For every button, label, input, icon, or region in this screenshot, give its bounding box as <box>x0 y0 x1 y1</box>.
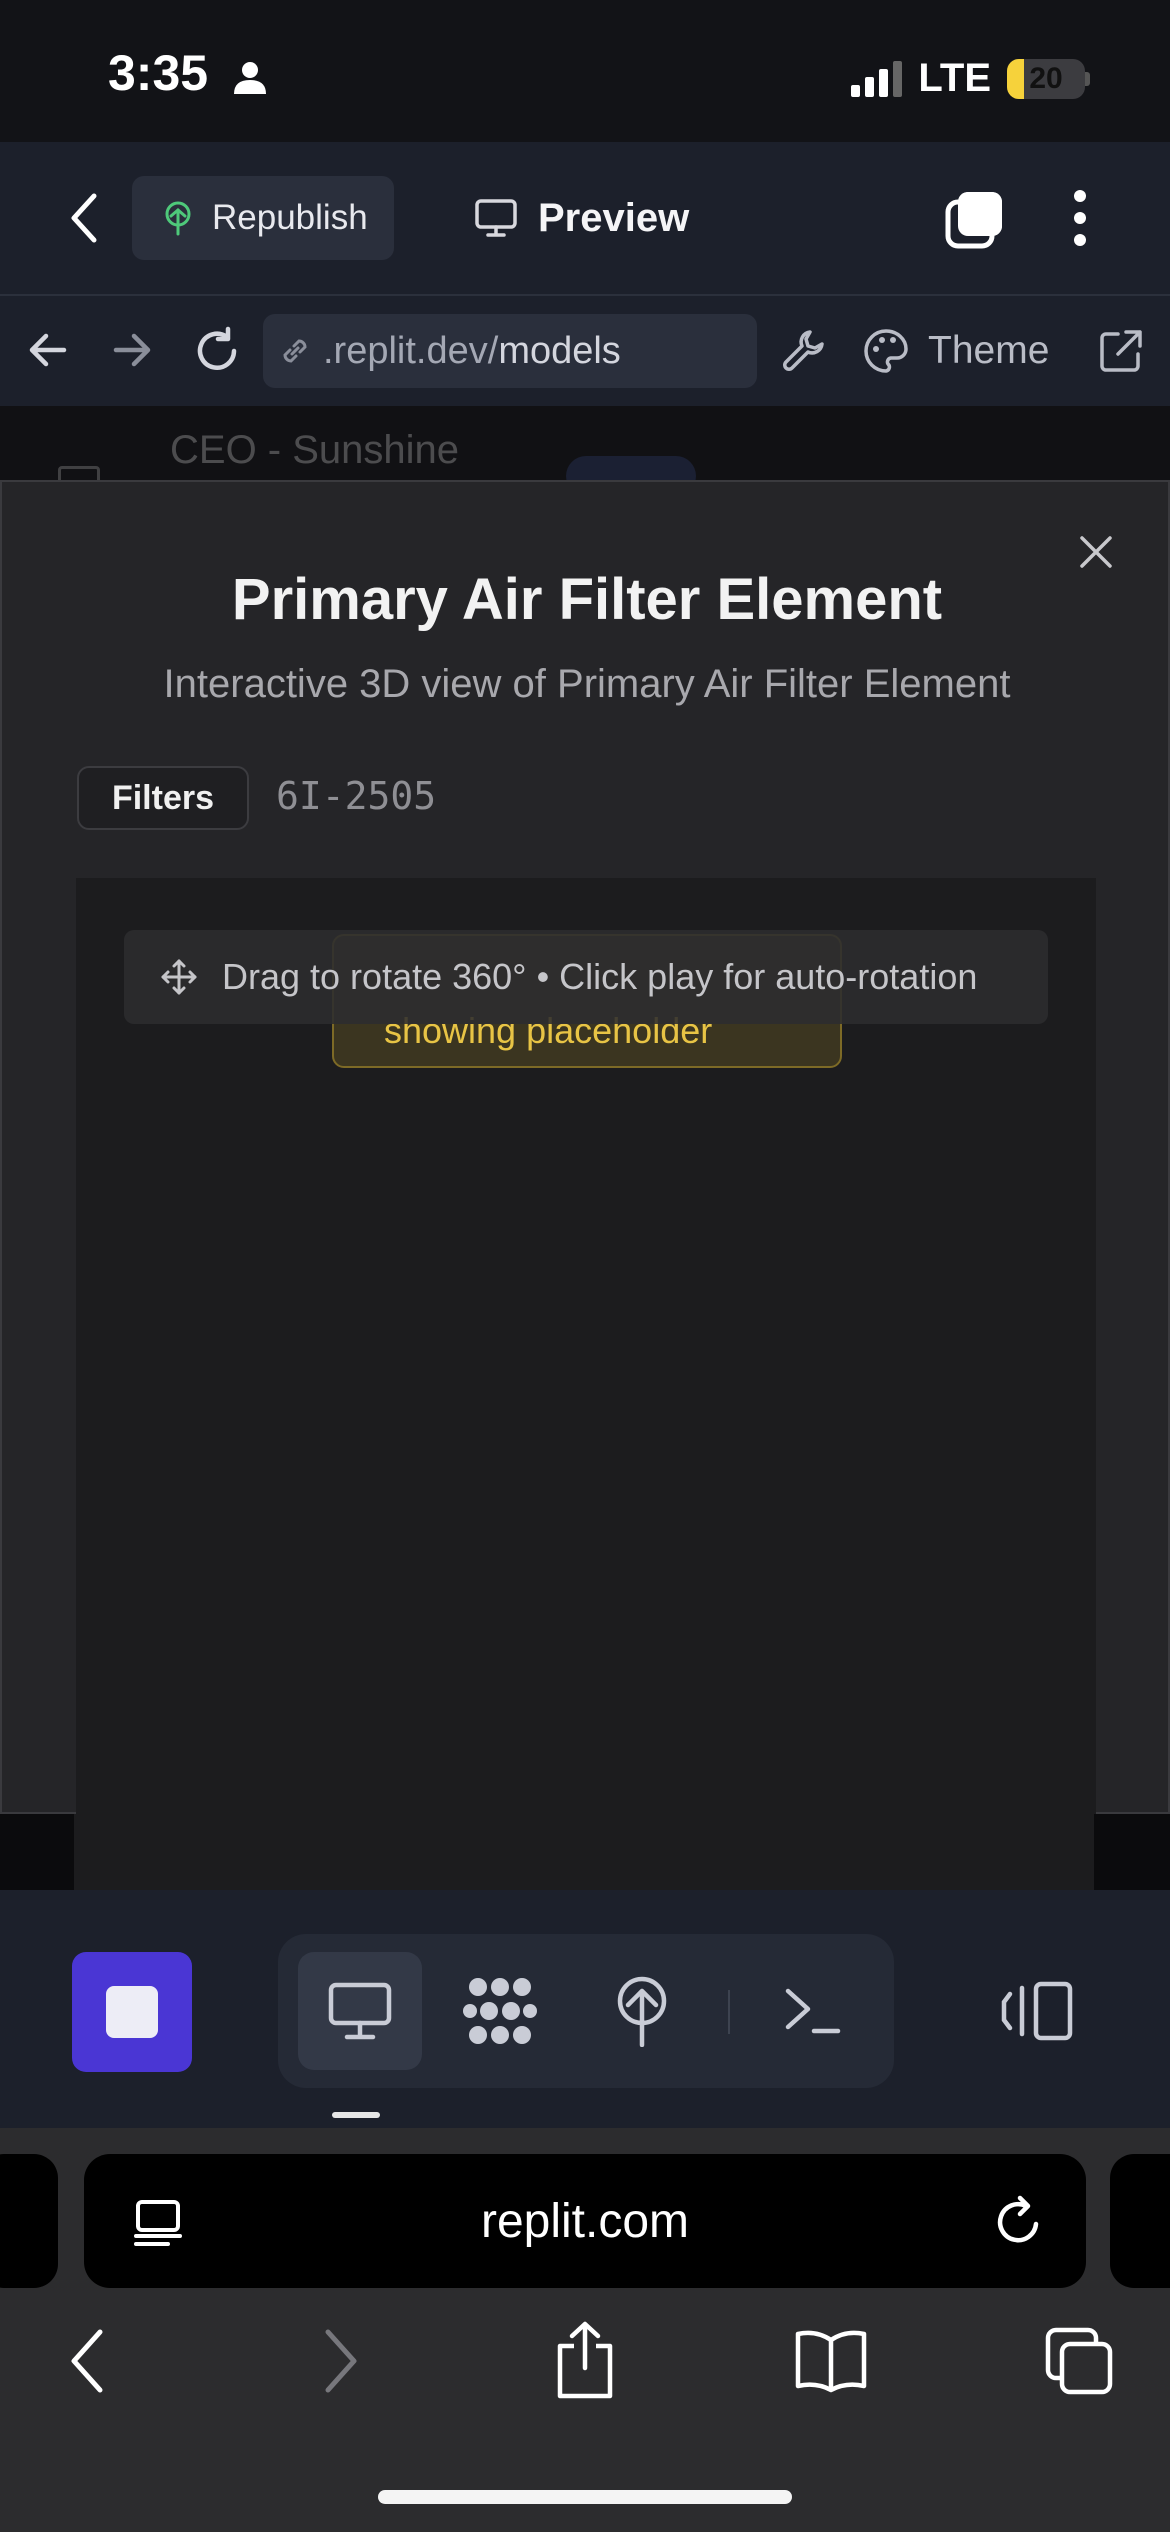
safari-back-icon[interactable] <box>66 2326 110 2396</box>
previous-tab-peek[interactable] <box>0 2154 58 2288</box>
agent-tool-button[interactable] <box>438 1952 562 2070</box>
preview-tool-button[interactable] <box>298 1952 422 2070</box>
agent-icon <box>463 1978 537 2044</box>
network-label: LTE <box>918 56 991 100</box>
republish-icon <box>165 201 191 236</box>
tool-divider <box>728 1990 730 2034</box>
reload-icon[interactable] <box>992 2194 1044 2250</box>
theme-label: Theme <box>928 329 1050 372</box>
terminal-icon <box>785 1988 841 2034</box>
tabs-icon[interactable] <box>944 188 1008 252</box>
status-right: LTE 20 <box>851 56 1090 101</box>
modal-subtitle: Interactive 3D view of Primary Air Filte… <box>163 662 1011 706</box>
republish-label: Republish <box>212 198 368 237</box>
stop-icon <box>106 1986 158 2038</box>
reload-icon[interactable] <box>192 326 242 376</box>
battery-icon: 20 <box>1007 58 1085 99</box>
home-indicator <box>378 2490 792 2504</box>
webview-url-row: .replit.dev/models Theme <box>0 296 1170 406</box>
stop-button[interactable] <box>72 1952 192 2072</box>
theme-button[interactable]: Theme <box>862 316 1049 386</box>
back-icon[interactable] <box>64 190 104 246</box>
url-path: models <box>498 329 621 372</box>
3d-viewer-canvas[interactable]: showing placeholder Drag to rotate 360° … <box>76 878 1096 1888</box>
signal-icon <box>851 60 903 97</box>
tool-indicator <box>332 2112 380 2118</box>
modal-title: Primary Air Filter Element <box>231 567 943 632</box>
palette-icon <box>864 329 908 373</box>
share-icon[interactable] <box>552 2320 618 2400</box>
move-icon <box>161 959 197 995</box>
close-icon[interactable] <box>1078 534 1114 570</box>
tabs-overview-icon[interactable] <box>1044 2326 1114 2396</box>
arrow-right-icon[interactable] <box>108 326 156 374</box>
monitor-icon <box>328 1982 392 2040</box>
preview-tab[interactable]: Preview <box>474 176 689 260</box>
safari-address-bar[interactable]: replit.com <box>84 2154 1086 2288</box>
external-link-icon[interactable] <box>1098 328 1144 374</box>
url-prefix: .replit.dev/ <box>323 329 499 372</box>
person-icon <box>234 62 266 94</box>
workspace-toolbar <box>0 1890 1170 2128</box>
split-view-icon[interactable] <box>1000 1980 1074 2042</box>
battery-level: 20 <box>1029 61 1063 95</box>
part-number: 6I-2505 <box>276 774 437 818</box>
webview-url-field[interactable]: .replit.dev/models <box>263 314 757 388</box>
safari-domain: replit.com <box>480 2195 690 2248</box>
link-icon <box>283 339 307 363</box>
rotate-hint: Drag to rotate 360° • Click play for aut… <box>124 930 1048 1024</box>
status-time: 3:35 <box>108 45 209 101</box>
tool-group <box>278 1934 894 2088</box>
safari-bottom-bar: replit.com <box>0 2128 1170 2532</box>
status-bar: 3:35 LTE 20 <box>0 0 1170 142</box>
app-header: Republish Preview <box>0 142 1170 296</box>
next-tab-peek[interactable] <box>1110 2154 1170 2288</box>
republish-button[interactable]: Republish <box>132 176 394 260</box>
shell-tool-button[interactable] <box>750 1952 874 2070</box>
background-row: CEO - Sunshine <box>0 406 1170 496</box>
rotate-hint-text: Drag to rotate 360° • Click play for aut… <box>222 956 978 997</box>
bookmarks-icon[interactable] <box>794 2328 868 2394</box>
model-viewer-modal: Primary Air Filter Element Interactive 3… <box>0 480 1170 1888</box>
wrench-icon[interactable] <box>780 326 828 374</box>
category-badge: Filters <box>77 766 249 830</box>
safari-forward-icon[interactable] <box>318 2326 362 2396</box>
arrow-left-icon[interactable] <box>24 326 72 374</box>
preview-label: Preview <box>538 195 690 240</box>
monitor-icon <box>475 199 517 237</box>
background-row-title: CEO - Sunshine <box>170 428 460 472</box>
deploy-tool-button[interactable] <box>580 1952 704 2070</box>
more-vertical-icon[interactable] <box>1062 186 1098 250</box>
3d-viewer-canvas-overflow <box>74 1814 1094 1890</box>
deploy-icon <box>617 1976 667 2047</box>
